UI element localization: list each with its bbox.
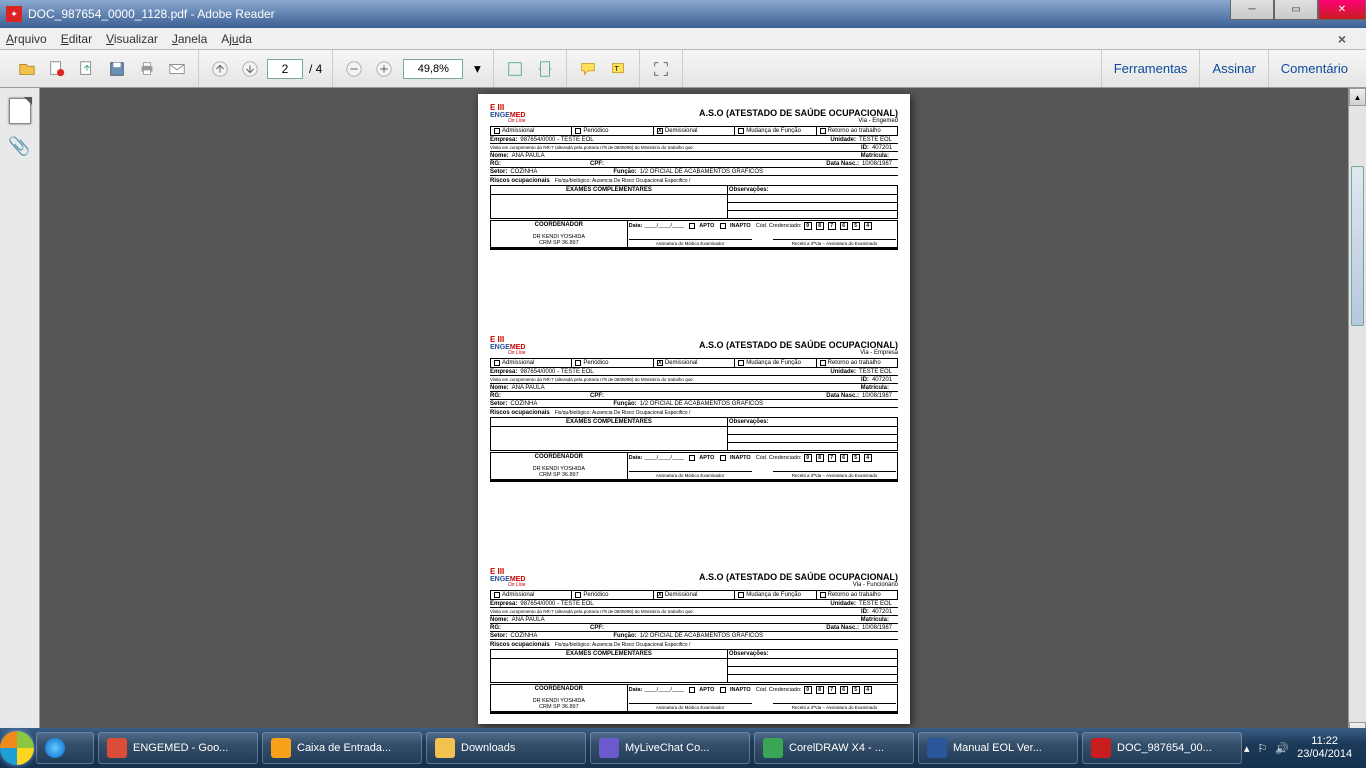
tray-flag-icon[interactable]: ⚐	[1258, 742, 1268, 755]
tray-chevron-icon[interactable]: ▴	[1244, 742, 1250, 755]
pdf-page: E IIIENGEMEDOn Line A.S.O (ATESTADO DE S…	[478, 94, 910, 724]
system-tray: ▴ ⚐ 🔊 11:2223/04/2014	[1244, 728, 1366, 768]
window-titlebar: ✦ DOC_987654_0000_1128.pdf - Adobe Reade…	[0, 0, 1366, 28]
scroll-up-icon[interactable]: ▲	[1349, 88, 1366, 106]
fullscreen-icon[interactable]	[649, 57, 673, 81]
page-total: / 4	[309, 62, 322, 76]
taskbar-item[interactable]: ENGEMED - Goo...	[98, 732, 258, 764]
start-button[interactable]	[0, 728, 34, 768]
pdf-icon: ✦	[6, 6, 22, 22]
window-title: DOC_987654_0000_1128.pdf - Adobe Reader	[28, 7, 275, 21]
taskbar-item[interactable]: MyLiveChat Co...	[590, 732, 750, 764]
zoom-out-icon[interactable]	[342, 57, 366, 81]
minimize-button[interactable]: ─	[1230, 0, 1274, 20]
menu-visualizar[interactable]: Visualizar	[106, 32, 158, 46]
maximize-button[interactable]: ▭	[1274, 0, 1318, 20]
close-button[interactable]: ✕	[1318, 0, 1366, 20]
page-viewport[interactable]: E IIIENGEMEDOn Line A.S.O (ATESTADO DE S…	[40, 88, 1348, 740]
highlight-icon[interactable]: T	[606, 57, 630, 81]
save-icon[interactable]	[105, 57, 129, 81]
menu-ajuda[interactable]: Ajuda	[221, 32, 252, 46]
open-icon[interactable]	[15, 57, 39, 81]
tray-volume-icon[interactable]: 🔊	[1275, 742, 1289, 755]
page-up-icon[interactable]	[208, 57, 232, 81]
page-number-input[interactable]	[267, 59, 303, 79]
comment-icon[interactable]	[576, 57, 600, 81]
taskbar-ie[interactable]	[36, 732, 94, 764]
toolbar: / 4 ▾ T Ferramentas Assinar Comentário	[0, 50, 1366, 88]
fit-page-icon[interactable]	[533, 57, 557, 81]
comentario-link[interactable]: Comentário	[1268, 50, 1360, 87]
side-panel: 📎	[0, 88, 40, 740]
export-icon[interactable]	[75, 57, 99, 81]
vertical-scrollbar[interactable]: ▲ ▼	[1348, 88, 1366, 740]
page-down-icon[interactable]	[238, 57, 262, 81]
menu-arquivo[interactable]: Arquivo	[6, 32, 47, 46]
taskbar-item[interactable]: DOC_987654_00...	[1082, 732, 1242, 764]
fit-window-icon[interactable]	[503, 57, 527, 81]
thumbnails-icon[interactable]	[9, 98, 31, 124]
create-pdf-icon[interactable]	[45, 57, 69, 81]
taskbar-item[interactable]: CorelDRAW X4 - ...	[754, 732, 914, 764]
clock[interactable]: 11:2223/04/2014	[1297, 735, 1352, 761]
menu-bar: Arquivo Editar Visualizar Janela Ajuda ×	[0, 28, 1366, 50]
svg-text:T: T	[615, 63, 620, 72]
taskbar-item[interactable]: Manual EOL Ver...	[918, 732, 1078, 764]
ferramentas-link[interactable]: Ferramentas	[1101, 50, 1200, 87]
attachments-icon[interactable]: 📎	[8, 136, 30, 157]
zoom-input[interactable]	[403, 59, 463, 79]
close-document-button[interactable]: ×	[1338, 31, 1346, 47]
taskbar-item[interactable]: Caixa de Entrada...	[262, 732, 422, 764]
document-area: 📎 E IIIENGEMEDOn Line A.S.O (ATESTADO DE…	[0, 88, 1366, 740]
menu-janela[interactable]: Janela	[172, 32, 207, 46]
scroll-thumb[interactable]	[1351, 166, 1364, 326]
print-icon[interactable]	[135, 57, 159, 81]
menu-editar[interactable]: Editar	[61, 32, 92, 46]
taskbar-item[interactable]: Downloads	[426, 732, 586, 764]
assinar-link[interactable]: Assinar	[1199, 50, 1267, 87]
zoom-in-icon[interactable]	[372, 57, 396, 81]
taskbar: ENGEMED - Goo...Caixa de Entrada...Downl…	[0, 728, 1366, 768]
zoom-dropdown-icon[interactable]: ▾	[470, 57, 484, 81]
email-icon[interactable]	[165, 57, 189, 81]
